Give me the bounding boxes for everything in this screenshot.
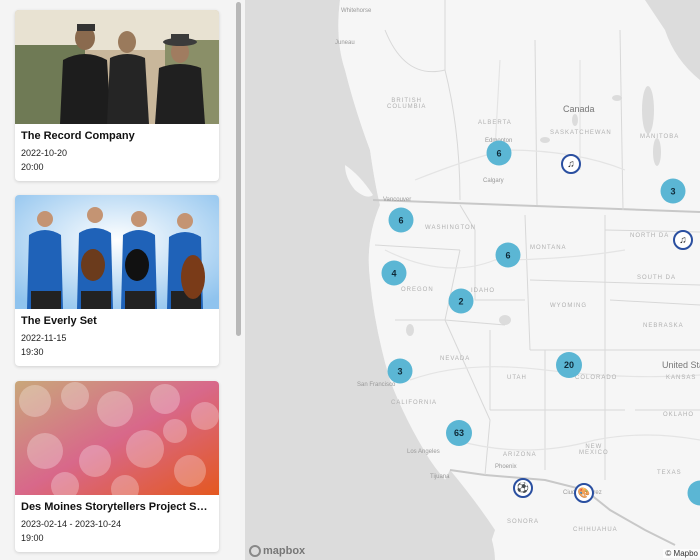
event-card[interactable]: The Everly Set 2022-11-15 19:30 bbox=[15, 195, 219, 366]
map-label-region: SASKATCHEWAN bbox=[550, 130, 612, 136]
cluster-marker[interactable]: 3 bbox=[387, 358, 413, 384]
cluster-marker[interactable]: 2 bbox=[448, 288, 474, 314]
map-attribution[interactable]: © Mapbo bbox=[663, 549, 700, 558]
event-photo bbox=[15, 381, 219, 495]
map-label-region: NEW MEXICO bbox=[579, 444, 609, 456]
mapbox-logo-icon bbox=[249, 545, 261, 557]
map-label-region: SONORA bbox=[507, 519, 540, 525]
event-time: 19:30 bbox=[21, 347, 44, 357]
scrollbar-thumb[interactable] bbox=[236, 2, 241, 336]
map-label-region: OREGON bbox=[401, 287, 434, 293]
event-date: 2022-11-15 bbox=[21, 333, 67, 343]
map-label-region: ARIZONA bbox=[503, 452, 537, 458]
map-label-region: NEVADA bbox=[440, 356, 471, 362]
map-label-region: TEXAS bbox=[657, 470, 682, 476]
map-label-region: MANITOBA bbox=[640, 134, 680, 140]
map-label-region: UTAH bbox=[507, 375, 527, 381]
mapbox-logo[interactable]: mapbox bbox=[249, 545, 305, 557]
cluster-marker[interactable]: 4 bbox=[381, 260, 407, 286]
map-label-city: Los Angeles bbox=[407, 449, 440, 455]
map-label-city: San Francisco bbox=[357, 382, 396, 388]
event-card[interactable]: Des Moines Storytellers Project Seas… 20… bbox=[15, 381, 219, 552]
map-label-region: ALBERTA bbox=[478, 120, 512, 126]
cluster-marker[interactable]: 20 bbox=[556, 352, 582, 378]
map-label-region: KANSAS bbox=[666, 375, 697, 381]
map-label-region: NEBRASKA bbox=[643, 323, 684, 329]
map-label-city: Phoenix bbox=[495, 464, 517, 470]
map-label-region: WYOMING bbox=[550, 303, 587, 309]
event-photo bbox=[15, 195, 219, 309]
event-list[interactable]: The Record Company 2022-10-20 20:00 The … bbox=[0, 0, 245, 560]
event-time: 20:00 bbox=[21, 162, 44, 172]
map-label-city: Vancouver bbox=[383, 197, 412, 203]
map-label-region: MONTANA bbox=[530, 245, 567, 251]
map-label-region: CALIFORNIA bbox=[391, 400, 438, 406]
event-time: 19:00 bbox=[21, 533, 44, 543]
map-label-city: Juneau bbox=[335, 40, 355, 46]
map-label-country: United Sta bbox=[662, 360, 700, 370]
soccer-ball-icon[interactable]: ⚽ bbox=[513, 478, 533, 498]
map-label-country: Canada bbox=[563, 104, 595, 114]
music-note-icon[interactable]: ♫ bbox=[673, 230, 693, 250]
map-label-region: BRITISH COLUMBIA bbox=[387, 98, 427, 110]
cluster-marker[interactable]: 3 bbox=[660, 178, 686, 204]
music-note-icon[interactable]: ♫ bbox=[561, 154, 581, 174]
palette-icon[interactable]: 🎨 bbox=[574, 483, 594, 503]
map-label-region: SOUTH DA bbox=[637, 275, 677, 281]
map-label-region: CHIHUAHUA bbox=[573, 527, 618, 533]
map-label-city: Calgary bbox=[483, 178, 504, 184]
map-label-region: OKLAHO bbox=[663, 412, 695, 418]
cluster-marker[interactable]: 63 bbox=[446, 420, 472, 446]
event-photo bbox=[15, 10, 219, 124]
cluster-marker[interactable]: 6 bbox=[486, 140, 512, 166]
event-date: 2023-02-14 - 2023-10-24 bbox=[21, 519, 122, 529]
event-title[interactable]: The Record Company bbox=[21, 130, 213, 142]
map-label-region: IDAHO bbox=[471, 288, 496, 294]
event-date: 2022-10-20 bbox=[21, 148, 68, 158]
map-label-city: Tijuana bbox=[430, 474, 450, 480]
app: The Record Company 2022-10-20 20:00 The … bbox=[0, 0, 700, 560]
cluster-marker[interactable]: 6 bbox=[495, 242, 521, 268]
mapbox-logo-text: mapbox bbox=[263, 545, 306, 557]
event-title[interactable]: The Everly Set bbox=[21, 315, 213, 327]
map-label-region: COLORADO bbox=[575, 375, 618, 381]
event-card[interactable]: The Record Company 2022-10-20 20:00 bbox=[15, 10, 219, 181]
map-label-region: NORTH DA bbox=[630, 233, 670, 239]
event-title[interactable]: Des Moines Storytellers Project Seas… bbox=[21, 501, 213, 513]
map-label-city: Whitehorse bbox=[341, 8, 372, 14]
map[interactable]: Whitehorse Juneau Canada BRITISH COLUMBI… bbox=[245, 0, 700, 560]
map-label-region: WASHINGTON bbox=[425, 225, 477, 231]
cluster-marker[interactable]: 6 bbox=[388, 207, 414, 233]
map-base bbox=[245, 0, 700, 560]
